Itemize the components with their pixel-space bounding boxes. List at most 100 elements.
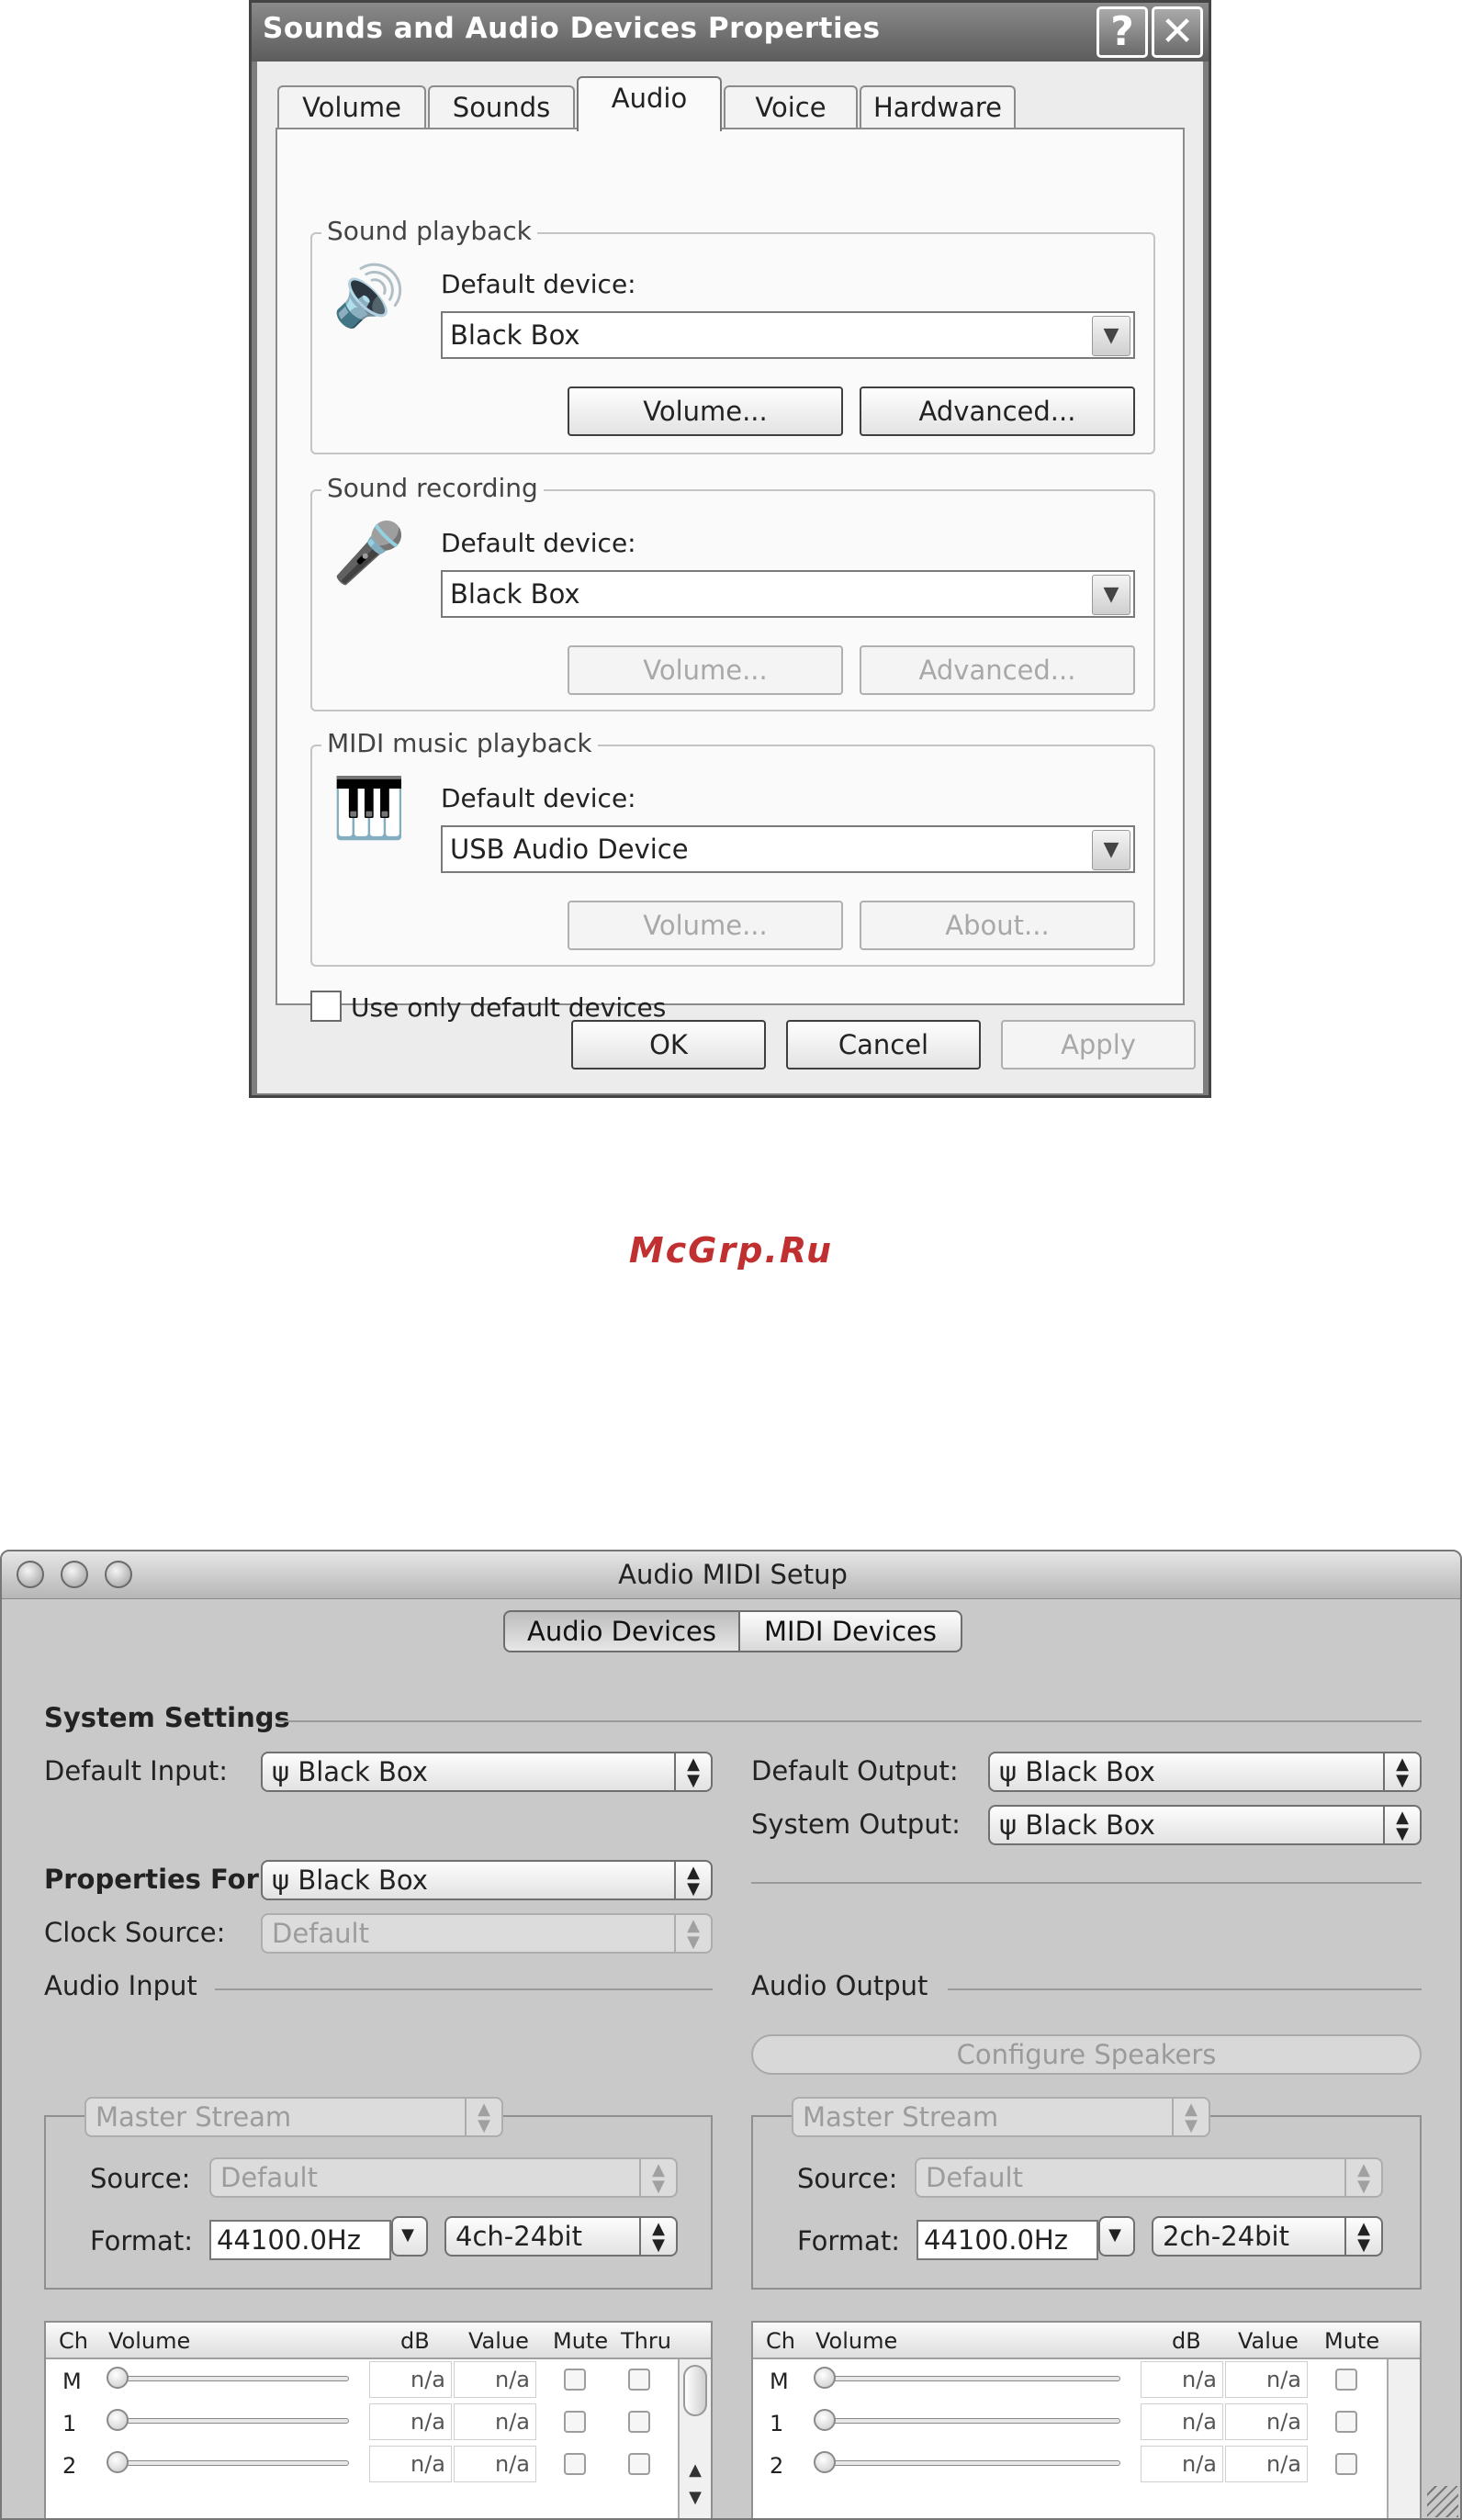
section-divider [215, 1988, 713, 1990]
midi-playback-label: MIDI music playback [321, 728, 598, 758]
properties-for-popup[interactable]: ψ Black Box ▲ ▼ [261, 1860, 713, 1900]
output-stream-value: Master Stream [803, 2101, 999, 2133]
default-output-popup[interactable]: ψ Black Box ▲ ▼ [988, 1752, 1422, 1792]
output-source-popup[interactable]: Default ▲ ▼ [915, 2157, 1383, 2198]
chevron-down-icon[interactable]: ▼ [1092, 575, 1130, 615]
db-value: n/a [369, 2361, 452, 2398]
input-source-value: Default [220, 2162, 318, 2193]
help-button[interactable]: ? [1096, 6, 1148, 58]
audio-midi-setup-window: Audio MIDI Setup Audio Devices MIDI Devi… [0, 1550, 1462, 2520]
column-header: dB [1172, 2328, 1201, 2354]
clock-source-popup[interactable]: Default ▲ ▼ [261, 1913, 713, 1954]
system-output-value: Black Box [1025, 1809, 1155, 1841]
chevron-down-icon[interactable]: ▼ [1092, 316, 1130, 356]
column-header: Ch [59, 2328, 88, 2354]
vertical-scrollbar[interactable]: ▲ ▼ [678, 2359, 711, 2518]
playback-device-select[interactable]: Black Box ▼ [441, 311, 1135, 359]
system-output-popup[interactable]: ψ Black Box ▲ ▼ [988, 1805, 1422, 1845]
mute-checkbox[interactable] [564, 2453, 586, 2475]
mute-checkbox[interactable] [564, 2369, 586, 2391]
channel-label: 2 [62, 2453, 77, 2479]
properties-for-value: Black Box [298, 1865, 428, 1896]
volume-slider[interactable] [817, 2460, 1120, 2466]
recording-default-label: Default device: [441, 528, 636, 558]
mute-checkbox[interactable] [1335, 2411, 1357, 2433]
tab-volume[interactable]: Volume [277, 85, 426, 128]
slider-knob[interactable] [814, 2451, 836, 2473]
output-channels-value: 2ch-24bit [1163, 2221, 1289, 2252]
mute-checkbox[interactable] [1335, 2453, 1357, 2475]
default-input-label: Default Input: [44, 1755, 229, 1786]
input-rate-field[interactable]: 44100.0Hz [209, 2220, 391, 2260]
value-cell: n/a [1225, 2361, 1308, 2398]
use-default-checkbox[interactable] [310, 991, 342, 1022]
column-header: Thru [621, 2328, 671, 2354]
thru-checkbox[interactable] [628, 2411, 650, 2433]
midi-device-select[interactable]: USB Audio Device ▼ [441, 825, 1135, 873]
properties-for-label: Properties For: [44, 1864, 270, 1895]
slider-knob[interactable] [814, 2409, 836, 2431]
tab-sounds[interactable]: Sounds [428, 85, 575, 128]
default-input-popup[interactable]: ψ Black Box ▲ ▼ [261, 1752, 713, 1792]
value-cell: n/a [454, 2403, 536, 2440]
slider-knob[interactable] [107, 2451, 129, 2473]
input-channels-popup[interactable]: 4ch-24bit ▲ ▼ [444, 2216, 678, 2257]
tab-audio[interactable]: Audio [577, 76, 722, 131]
channel-label: M [62, 2369, 82, 2394]
tab-hardware[interactable]: Hardware [860, 85, 1016, 128]
configure-speakers-button[interactable]: Configure Speakers [751, 2034, 1422, 2075]
dialog-title: Sounds and Audio Devices Properties [263, 12, 881, 45]
db-value: n/a [1141, 2446, 1223, 2482]
recording-device-select[interactable]: Black Box ▼ [441, 570, 1135, 618]
recording-device-value: Black Box [450, 578, 580, 610]
segment-midi-devices[interactable]: MIDI Devices [738, 1610, 962, 1652]
volume-slider[interactable] [817, 2418, 1120, 2424]
segment-audio-devices[interactable]: Audio Devices [503, 1610, 740, 1652]
dialog-title-bar[interactable]: Sounds and Audio Devices Properties ? ✕ [252, 3, 1209, 62]
volume-slider[interactable] [110, 2376, 349, 2381]
output-channels-popup[interactable]: 2ch-24bit ▲ ▼ [1152, 2216, 1383, 2257]
input-stream-popup[interactable]: Master Stream ▲ ▼ [84, 2097, 503, 2137]
use-default-label: Use only default devices [351, 992, 667, 1023]
sound-recording-label: Sound recording [321, 473, 544, 503]
input-source-popup[interactable]: Default ▲ ▼ [209, 2157, 678, 2198]
slider-knob[interactable] [814, 2367, 836, 2389]
slider-knob[interactable] [107, 2409, 129, 2431]
scroll-up-icon[interactable]: ▲ [680, 2460, 711, 2480]
stepper-arrows-icon: ▲ ▼ [1383, 1807, 1420, 1843]
cancel-button[interactable]: Cancel [786, 1020, 981, 1070]
input-source-label: Source: [90, 2163, 191, 2194]
input-rate-dropdown[interactable]: ▼ [391, 2216, 428, 2257]
playback-volume-button[interactable]: Volume... [568, 386, 843, 436]
midi-about-button[interactable]: About... [860, 901, 1135, 950]
output-stream-popup[interactable]: Master Stream ▲ ▼ [792, 2097, 1210, 2137]
value-cell: n/a [1225, 2403, 1308, 2440]
thru-checkbox[interactable] [628, 2453, 650, 2475]
output-rate-field[interactable]: 44100.0Hz [917, 2220, 1098, 2260]
mute-checkbox[interactable] [1335, 2369, 1357, 2391]
mute-checkbox[interactable] [564, 2411, 586, 2433]
apply-button[interactable]: Apply [1001, 1020, 1196, 1070]
volume-slider[interactable] [110, 2460, 349, 2466]
ok-button[interactable]: OK [571, 1020, 766, 1070]
output-source-value: Default [926, 2162, 1023, 2193]
channel-label: 1 [770, 2411, 784, 2436]
chevron-down-icon[interactable]: ▼ [1092, 830, 1130, 870]
thru-checkbox[interactable] [628, 2369, 650, 2391]
recording-volume-button[interactable]: Volume... [568, 645, 843, 695]
resize-grip-icon[interactable] [1427, 2486, 1458, 2517]
volume-slider[interactable] [817, 2376, 1120, 2381]
volume-slider[interactable] [110, 2418, 349, 2424]
recording-advanced-button[interactable]: Advanced... [860, 645, 1135, 695]
output-rate-dropdown[interactable]: ▼ [1098, 2216, 1135, 2257]
window-title-bar[interactable]: Audio MIDI Setup [2, 1551, 1460, 1599]
close-button[interactable]: ✕ [1152, 6, 1203, 58]
tab-voice[interactable]: Voice [724, 85, 858, 128]
scroll-thumb[interactable] [683, 2365, 707, 2416]
slider-knob[interactable] [107, 2367, 129, 2389]
playback-advanced-button[interactable]: Advanced... [860, 386, 1135, 436]
midi-volume-button[interactable]: Volume... [568, 901, 843, 950]
playback-default-label: Default device: [441, 269, 636, 299]
scroll-down-icon[interactable]: ▼ [680, 2488, 711, 2507]
vertical-scrollbar[interactable] [1387, 2359, 1420, 2518]
